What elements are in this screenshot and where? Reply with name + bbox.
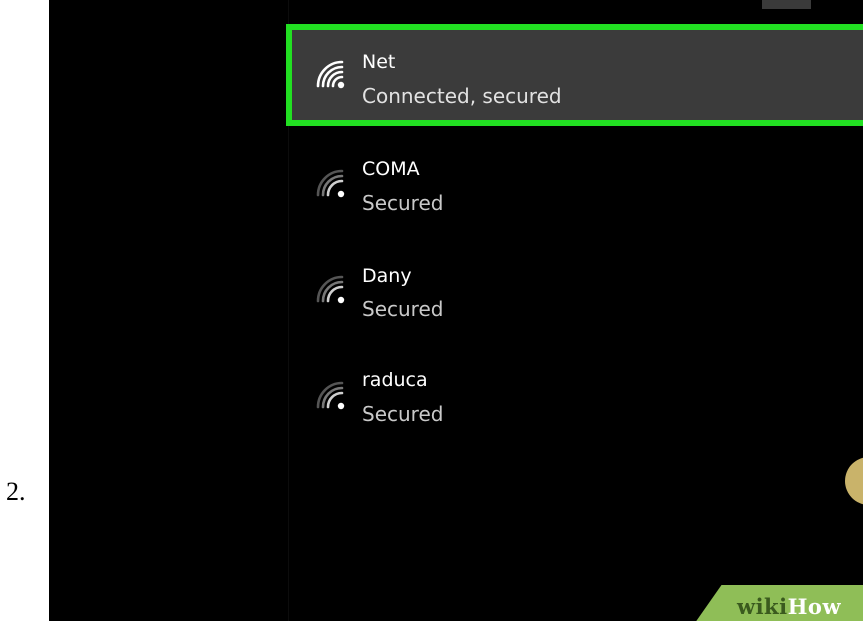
wifi-screen: Net Connected, secured COMA Secured Dany… — [49, 0, 863, 621]
network-name: Net — [362, 51, 396, 73]
network-name: Dany — [362, 265, 412, 287]
network-item-dany[interactable]: Dany Secured — [284, 246, 863, 352]
wifi-signal-icon — [316, 381, 345, 410]
network-status: Connected, secured — [362, 84, 562, 108]
network-item-coma[interactable]: COMA Secured — [284, 140, 863, 246]
wifi-signal-icon — [316, 60, 345, 89]
partial-circle-button[interactable] — [845, 457, 863, 505]
network-list: Net Connected, secured COMA Secured Dany… — [284, 22, 863, 462]
scrollbar-thumb[interactable] — [762, 0, 811, 9]
network-status: Secured — [362, 191, 444, 215]
network-name: COMA — [362, 158, 420, 180]
wifi-signal-icon — [316, 275, 345, 304]
network-status: Secured — [362, 402, 444, 426]
step-number: 2. — [6, 477, 26, 506]
network-item-net[interactable]: Net Connected, secured — [284, 22, 863, 128]
network-name: raduca — [362, 369, 428, 391]
wifi-signal-icon — [316, 169, 345, 198]
wikihow-watermark: wikiHow — [737, 594, 842, 619]
selection-highlight — [286, 24, 863, 126]
network-status: Secured — [362, 297, 444, 321]
network-item-raduca[interactable]: raduca Secured — [284, 352, 863, 458]
